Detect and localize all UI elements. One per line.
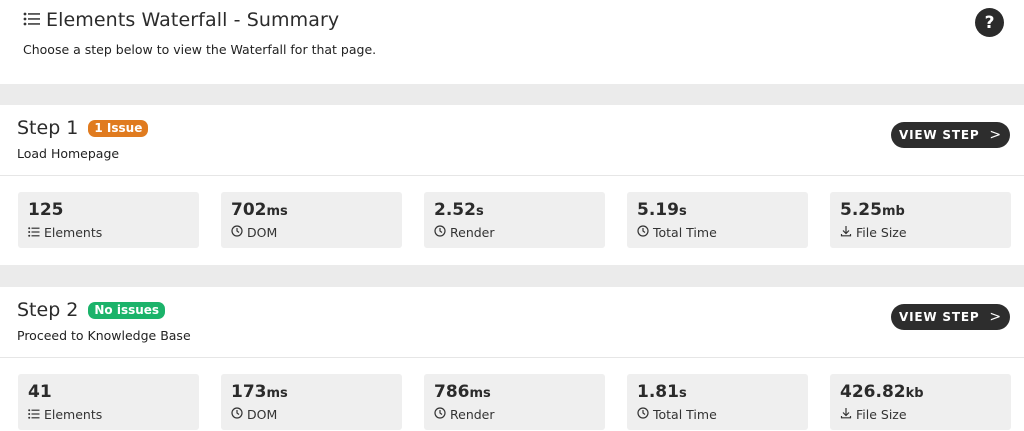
download-icon — [840, 407, 852, 422]
metric-value: 173 — [231, 382, 267, 402]
metric-value: 5.25 — [840, 200, 882, 220]
metric-total-time: 5.19s Total Time — [627, 192, 808, 248]
metric-value: 702 — [231, 200, 267, 220]
metric-value: 125 — [28, 200, 64, 220]
step-description: Proceed to Knowledge Base — [17, 328, 191, 343]
metric-dom: 173ms DOM — [221, 374, 402, 430]
step-header: Step 1 1 Issue — [17, 117, 149, 139]
metric-label: Total Time — [653, 407, 717, 422]
metric-file-size: 5.25mb File Size — [830, 192, 1011, 248]
summary-header: Elements Waterfall - Summary Choose a st… — [0, 0, 1024, 84]
metric-unit: ms — [266, 204, 288, 219]
step-title: Step 2 — [17, 299, 79, 321]
metric-label: File Size — [856, 407, 907, 422]
status-badge: 1 Issue — [88, 119, 149, 137]
metric-unit: mb — [881, 204, 905, 219]
metric-label: DOM — [247, 225, 278, 240]
metric-label: Total Time — [653, 225, 717, 240]
divider — [0, 175, 1024, 176]
chevron-right-icon: > — [989, 309, 1002, 325]
metric-label: Elements — [44, 225, 103, 240]
header-title-row: Elements Waterfall - Summary — [23, 9, 339, 31]
clock-icon — [434, 225, 446, 240]
metric-label: File Size — [856, 225, 907, 240]
step-header: Step 2 No issues — [17, 299, 166, 321]
metrics-row: 41 Elements 173ms DOM 786ms Render 1.81s… — [18, 374, 1011, 430]
page-title: Elements Waterfall - Summary — [46, 9, 340, 31]
metric-total-time: 1.81s Total Time — [627, 374, 808, 430]
divider — [0, 357, 1024, 358]
list-icon — [23, 11, 41, 30]
metric-label: Elements — [44, 407, 103, 422]
metric-value: 2.52 — [434, 200, 476, 220]
clock-icon — [231, 225, 243, 240]
metric-elements: 41 Elements — [18, 374, 199, 430]
metric-unit: ms — [266, 386, 288, 401]
chevron-right-icon: > — [989, 127, 1002, 143]
view-step-label: VIEW STEP — [899, 128, 980, 142]
metric-value: 426.82 — [840, 382, 906, 402]
metric-value: 1.81 — [637, 382, 679, 402]
page-subtitle: Choose a step below to view the Waterfal… — [23, 42, 377, 57]
clock-icon — [231, 407, 243, 422]
metric-value: 41 — [28, 382, 52, 402]
step-title: Step 1 — [17, 117, 79, 139]
list-icon — [28, 225, 40, 240]
metrics-row: 125 Elements 702ms DOM 2.52s Render 5.19… — [18, 192, 1011, 248]
metric-unit: s — [678, 204, 687, 219]
step-card: Step 2 No issues Proceed to Knowledge Ba… — [0, 287, 1024, 431]
step-description: Load Homepage — [17, 146, 120, 161]
metric-render: 2.52s Render — [424, 192, 605, 248]
list-icon — [28, 407, 40, 422]
metric-render: 786ms Render — [424, 374, 605, 430]
metric-value: 5.19 — [637, 200, 679, 220]
clock-icon — [637, 225, 649, 240]
download-icon — [840, 225, 852, 240]
metric-unit: s — [475, 204, 484, 219]
view-step-label: VIEW STEP — [899, 310, 980, 324]
metric-label: Render — [450, 225, 495, 240]
metric-dom: 702ms DOM — [221, 192, 402, 248]
status-badge: No issues — [88, 301, 166, 319]
metric-value: 786 — [434, 382, 470, 402]
help-button[interactable]: ? — [975, 8, 1004, 37]
metric-unit: s — [678, 386, 687, 401]
metric-label: DOM — [247, 407, 278, 422]
metric-file-size: 426.82kb File Size — [830, 374, 1011, 430]
view-step-button[interactable]: VIEW STEP > — [891, 122, 1010, 148]
view-step-button[interactable]: VIEW STEP > — [891, 304, 1010, 330]
metric-unit: ms — [469, 386, 491, 401]
step-card: Step 1 1 Issue Load Homepage VIEW STEP >… — [0, 105, 1024, 265]
metric-elements: 125 Elements — [18, 192, 199, 248]
metric-label: Render — [450, 407, 495, 422]
clock-icon — [434, 407, 446, 422]
metric-unit: kb — [905, 386, 924, 401]
clock-icon — [637, 407, 649, 422]
